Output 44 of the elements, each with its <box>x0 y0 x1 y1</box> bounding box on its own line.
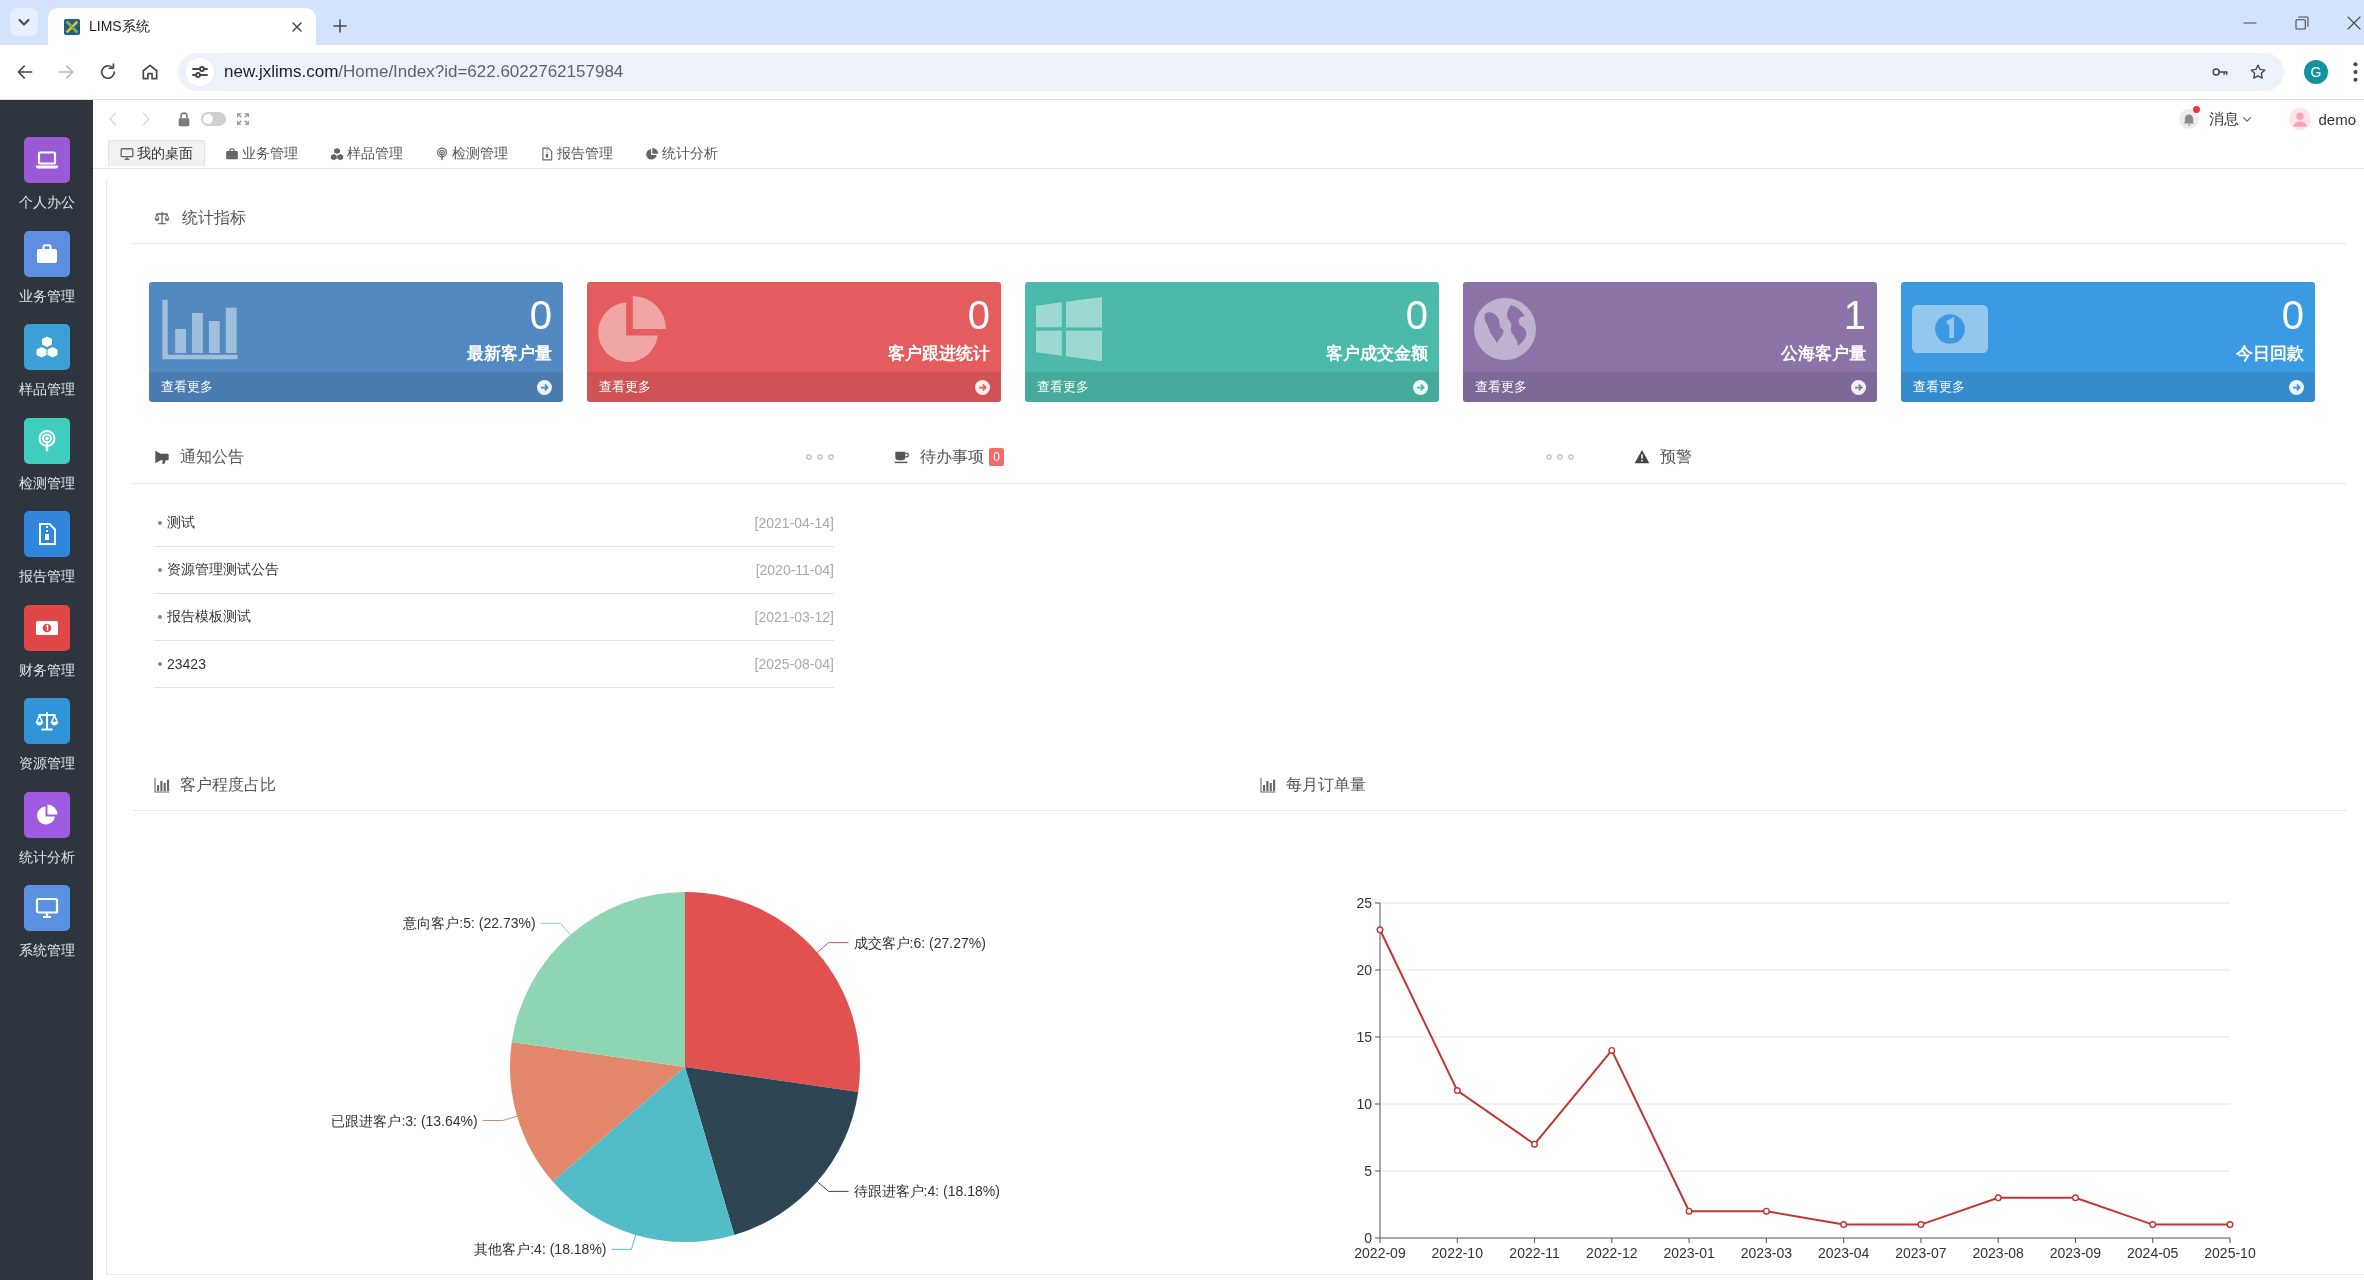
section-title: 预警 <box>1660 446 1692 467</box>
section-title: 通知公告 <box>180 446 244 467</box>
stat-value: 0 <box>2281 292 2304 339</box>
stat-value: 0 <box>1405 292 1428 339</box>
tick-label: 2022-12 <box>1586 1245 1638 1261</box>
section-title: 待办事项 <box>920 446 984 467</box>
notice-date: [2021-04-14] <box>754 515 834 531</box>
tick-label: 2023-04 <box>1817 1245 1870 1261</box>
stat-label: 今日回款 <box>2236 343 2304 365</box>
tick-label: 2022-09 <box>1354 1245 1406 1261</box>
stat-label: 客户跟进统计 <box>888 343 990 365</box>
tick-label: 2023-01 <box>1663 1245 1715 1261</box>
slice-label: 成交客户:6: (27.27%) <box>853 934 986 951</box>
tick-label: 2023-03 <box>1740 1245 1793 1261</box>
tick-label: 25 <box>1356 895 1372 911</box>
tick-label: 0 <box>1364 1230 1372 1246</box>
tick-label: 2022-11 <box>1509 1245 1560 1261</box>
count-badge: 0 <box>989 448 1004 466</box>
slice-label: 其他客户:4: (18.18%) <box>474 1241 607 1258</box>
notice-date: [2020-11-04] <box>755 562 834 578</box>
slice-label: 已跟进客户:3: (13.64%) <box>331 1112 478 1129</box>
tick-label: 2022-10 <box>1431 1245 1483 1261</box>
tick-label: 5 <box>1364 1163 1372 1179</box>
tick-label: 10 <box>1356 1096 1372 1112</box>
stat-label: 最新客户量 <box>467 343 552 365</box>
stat-value: 0 <box>967 292 990 339</box>
notice-date: [2021-03-12] <box>754 609 834 625</box>
tick-label: 2024-05 <box>2127 1245 2179 1261</box>
tick-label: 15 <box>1356 1029 1372 1045</box>
section-title: 统计指标 <box>182 207 246 228</box>
tick-label: 2023-08 <box>1972 1245 2024 1261</box>
tick-label: 2023-09 <box>2049 1245 2102 1261</box>
slice-label: 意向客户:5: (22.73%) <box>403 915 536 932</box>
stat-label: 公海客户量 <box>1781 343 1866 365</box>
stat-label: 客户成交金额 <box>1326 343 1428 365</box>
section-title: 每月订单量 <box>1286 774 1366 795</box>
section-title: 客户程度占比 <box>180 774 276 795</box>
tick-label: 2023-07 <box>1895 1245 1947 1261</box>
notice-date: [2025-08-04] <box>754 656 834 672</box>
stat-value: 0 <box>529 292 552 339</box>
tick-label: 2025-10 <box>2204 1245 2256 1261</box>
slice-label: 待跟进客户:4: (18.18%) <box>853 1183 1000 1200</box>
stat-value: 1 <box>1843 292 1866 339</box>
tick-label: 20 <box>1356 962 1372 978</box>
